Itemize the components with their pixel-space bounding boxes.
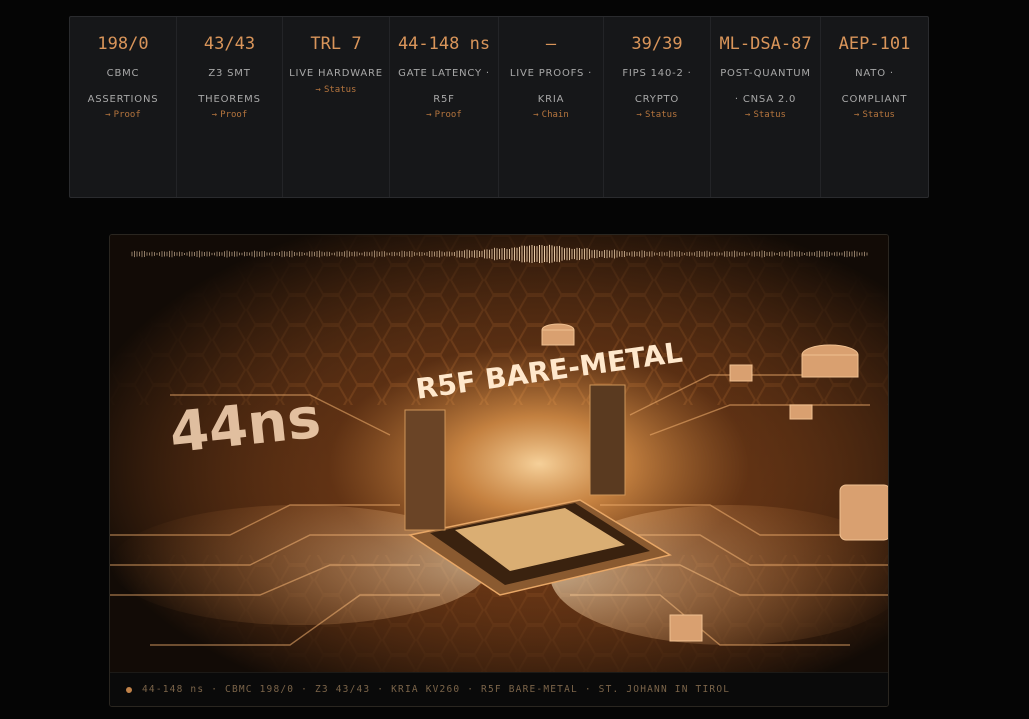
stat-value: AEP-101 [838,34,911,54]
chain-link[interactable]: → Chain [533,108,569,122]
stat-value: ML-DSA-87 [719,34,812,54]
arrow-right-icon: → [426,110,432,120]
stat-fips: 39/39 FIPS 140-2 · CRYPTO → Status [604,17,711,197]
arrow-right-icon: → [211,110,218,120]
proof-link[interactable]: → Proof [212,108,248,122]
link-label: Status [862,110,895,120]
status-link[interactable]: → Status [316,83,357,97]
stat-value: 44-148 ns [397,34,491,54]
arrow-right-icon: → [745,110,751,120]
link-label: Status [323,84,357,95]
status-link[interactable]: → Status [745,108,786,122]
status-link[interactable]: → Status [854,108,895,122]
status-dot-icon [126,686,132,693]
link-label: Status [644,110,678,120]
link-label: Status [753,110,786,120]
stat-label: POST-QUANTUM · CNSA 2.0 [720,68,811,105]
stats-strip: 198/0 CBMC ASSERTIONS → Proof 43/43 Z3 SM… [69,16,929,198]
image-caption: 44-148 ns · CBMC 198/0 · Z3 43/43 · KRIA… [142,684,731,695]
stat-label: LIVE PROOFS · KRIA [509,68,593,105]
link-label: Proof [113,110,141,120]
stat-label: NATO · COMPLIANT [841,68,908,105]
stat-z3: 43/43 Z3 SMT THEOREMS → Proof [177,17,283,197]
stat-value: — [545,34,557,54]
link-label: Chain [541,110,569,120]
status-link[interactable]: → Status [637,108,678,122]
stat-live-proofs: — LIVE PROOFS · KRIA → Chain [499,17,604,197]
stat-pqc: ML-DSA-87 POST-QUANTUM · CNSA 2.0 → Statu… [711,17,821,197]
stat-cbmc: 198/0 CBMC ASSERTIONS → Proof [70,17,177,197]
stat-label: Z3 SMT THEOREMS [198,68,261,105]
stat-value: 198/0 [97,34,149,54]
stat-trl: TRL 7 LIVE HARDWARE → Status [283,17,390,197]
proof-link[interactable]: → Proof [426,108,462,122]
arrow-right-icon: → [636,110,642,120]
link-label: Proof [220,110,248,120]
stat-nato: AEP-101 NATO · COMPLIANT → Status [821,17,928,197]
arrow-right-icon: → [533,110,539,120]
arrow-right-icon: → [854,110,860,120]
stat-value: 43/43 [203,34,256,54]
proof-link[interactable]: → Proof [105,108,141,122]
circuit-board-illustration: R5F BARE-METAL 44ns [110,235,888,675]
caption-bar: 44-148 ns · CBMC 198/0 · Z3 43/43 · KRIA… [110,672,888,706]
stat-value: 39/39 [631,34,683,54]
stat-label: CBMC ASSERTIONS [87,68,159,105]
arrow-right-icon: → [105,110,111,120]
arrow-right-icon: → [315,84,321,95]
link-label: Proof [434,110,462,120]
hero-image-card: R5F BARE-METAL 44ns 44-148 ns · CBMC 198… [109,234,889,707]
stat-label: GATE LATENCY · R5F [398,68,490,105]
stat-label: FIPS 140-2 · CRYPTO [622,68,692,105]
stat-value: TRL 7 [310,34,362,54]
stat-latency: 44-148 ns GATE LATENCY · R5F → Proof [390,17,499,197]
